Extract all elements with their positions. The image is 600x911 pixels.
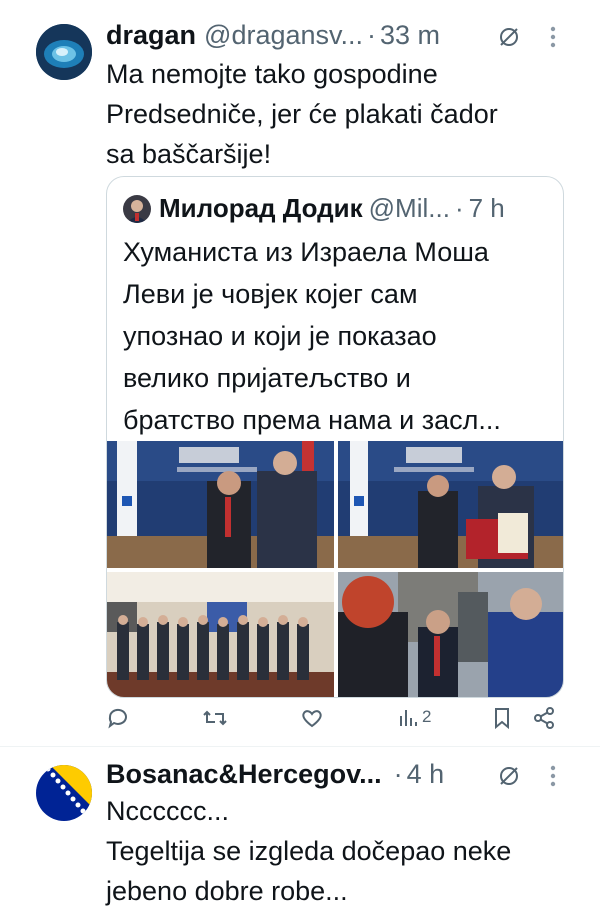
grok-icon[interactable] bbox=[494, 761, 524, 791]
like-button[interactable] bbox=[300, 706, 324, 730]
quoted-tweet[interactable]: Милорад Додик @Mil... · 7 h Хуманиста из… bbox=[106, 176, 564, 698]
bosnia-flag-icon bbox=[36, 765, 92, 821]
separator-dot: · bbox=[367, 20, 377, 50]
photo-3[interactable] bbox=[107, 572, 334, 697]
quoted-tweet-text: Хуманиста из Израела Моша Леви је човјек… bbox=[123, 237, 501, 435]
timestamp[interactable]: 4 h bbox=[407, 759, 445, 790]
quoted-tweet-header: Милорад Додик @Mil... · 7 h bbox=[123, 193, 505, 224]
share-icon bbox=[534, 707, 554, 729]
retweet-button[interactable] bbox=[202, 706, 228, 730]
separator-dot: · bbox=[393, 759, 403, 789]
share-button[interactable] bbox=[532, 706, 556, 730]
tweet-dragan[interactable]: dragan @dragansv... · 33 m Ma nemojte ta… bbox=[0, 0, 600, 745]
tweet-header: dragan @dragansv... · 33 m bbox=[106, 20, 440, 51]
tweet-actions: 2 bbox=[106, 706, 564, 740]
like-icon bbox=[302, 710, 322, 728]
views-button[interactable]: 2 bbox=[398, 706, 431, 728]
avatar-image bbox=[36, 24, 92, 80]
photo-4[interactable] bbox=[338, 572, 563, 697]
photo-1[interactable] bbox=[107, 441, 334, 568]
views-icon bbox=[400, 710, 417, 726]
avatar-dragan[interactable] bbox=[36, 24, 92, 80]
reply-button[interactable] bbox=[106, 706, 130, 730]
quoted-timestamp[interactable]: 7 h bbox=[469, 193, 505, 224]
more-icon[interactable] bbox=[540, 22, 566, 52]
display-name[interactable]: dragan bbox=[106, 20, 196, 51]
quoted-handle[interactable]: @Mil... bbox=[369, 193, 450, 224]
views-count: 2 bbox=[422, 707, 432, 726]
quoted-display-name[interactable]: Милорад Додик bbox=[159, 193, 363, 224]
more-icon[interactable] bbox=[540, 761, 566, 791]
handle[interactable]: @dragansv... bbox=[204, 20, 363, 51]
display-name[interactable]: Bosanac&Hercegov... bbox=[106, 759, 382, 790]
photo-grid bbox=[107, 441, 563, 697]
avatar-bosanac[interactable] bbox=[36, 765, 92, 821]
retweet-icon bbox=[203, 710, 227, 726]
grok-icon[interactable] bbox=[494, 22, 524, 52]
tweet-bosanac[interactable]: Bosanac&Hercegov... · 4 h Ncccccc... Teg… bbox=[0, 747, 600, 906]
photo-2[interactable] bbox=[338, 441, 563, 568]
tweet-header: Bosanac&Hercegov... · 4 h bbox=[106, 759, 444, 790]
bookmark-button[interactable] bbox=[492, 706, 512, 730]
quoted-avatar[interactable] bbox=[123, 194, 151, 223]
separator-dot: · bbox=[454, 193, 464, 223]
timestamp[interactable]: 33 m bbox=[380, 20, 440, 51]
bookmark-icon bbox=[495, 708, 509, 730]
tweet-text: Ncccccc... Tegeltija se izgleda dočepao … bbox=[106, 796, 512, 906]
reply-icon bbox=[108, 708, 127, 729]
tweet-text: Ma nemojte tako gospodine Predsedniče, j… bbox=[106, 59, 498, 169]
